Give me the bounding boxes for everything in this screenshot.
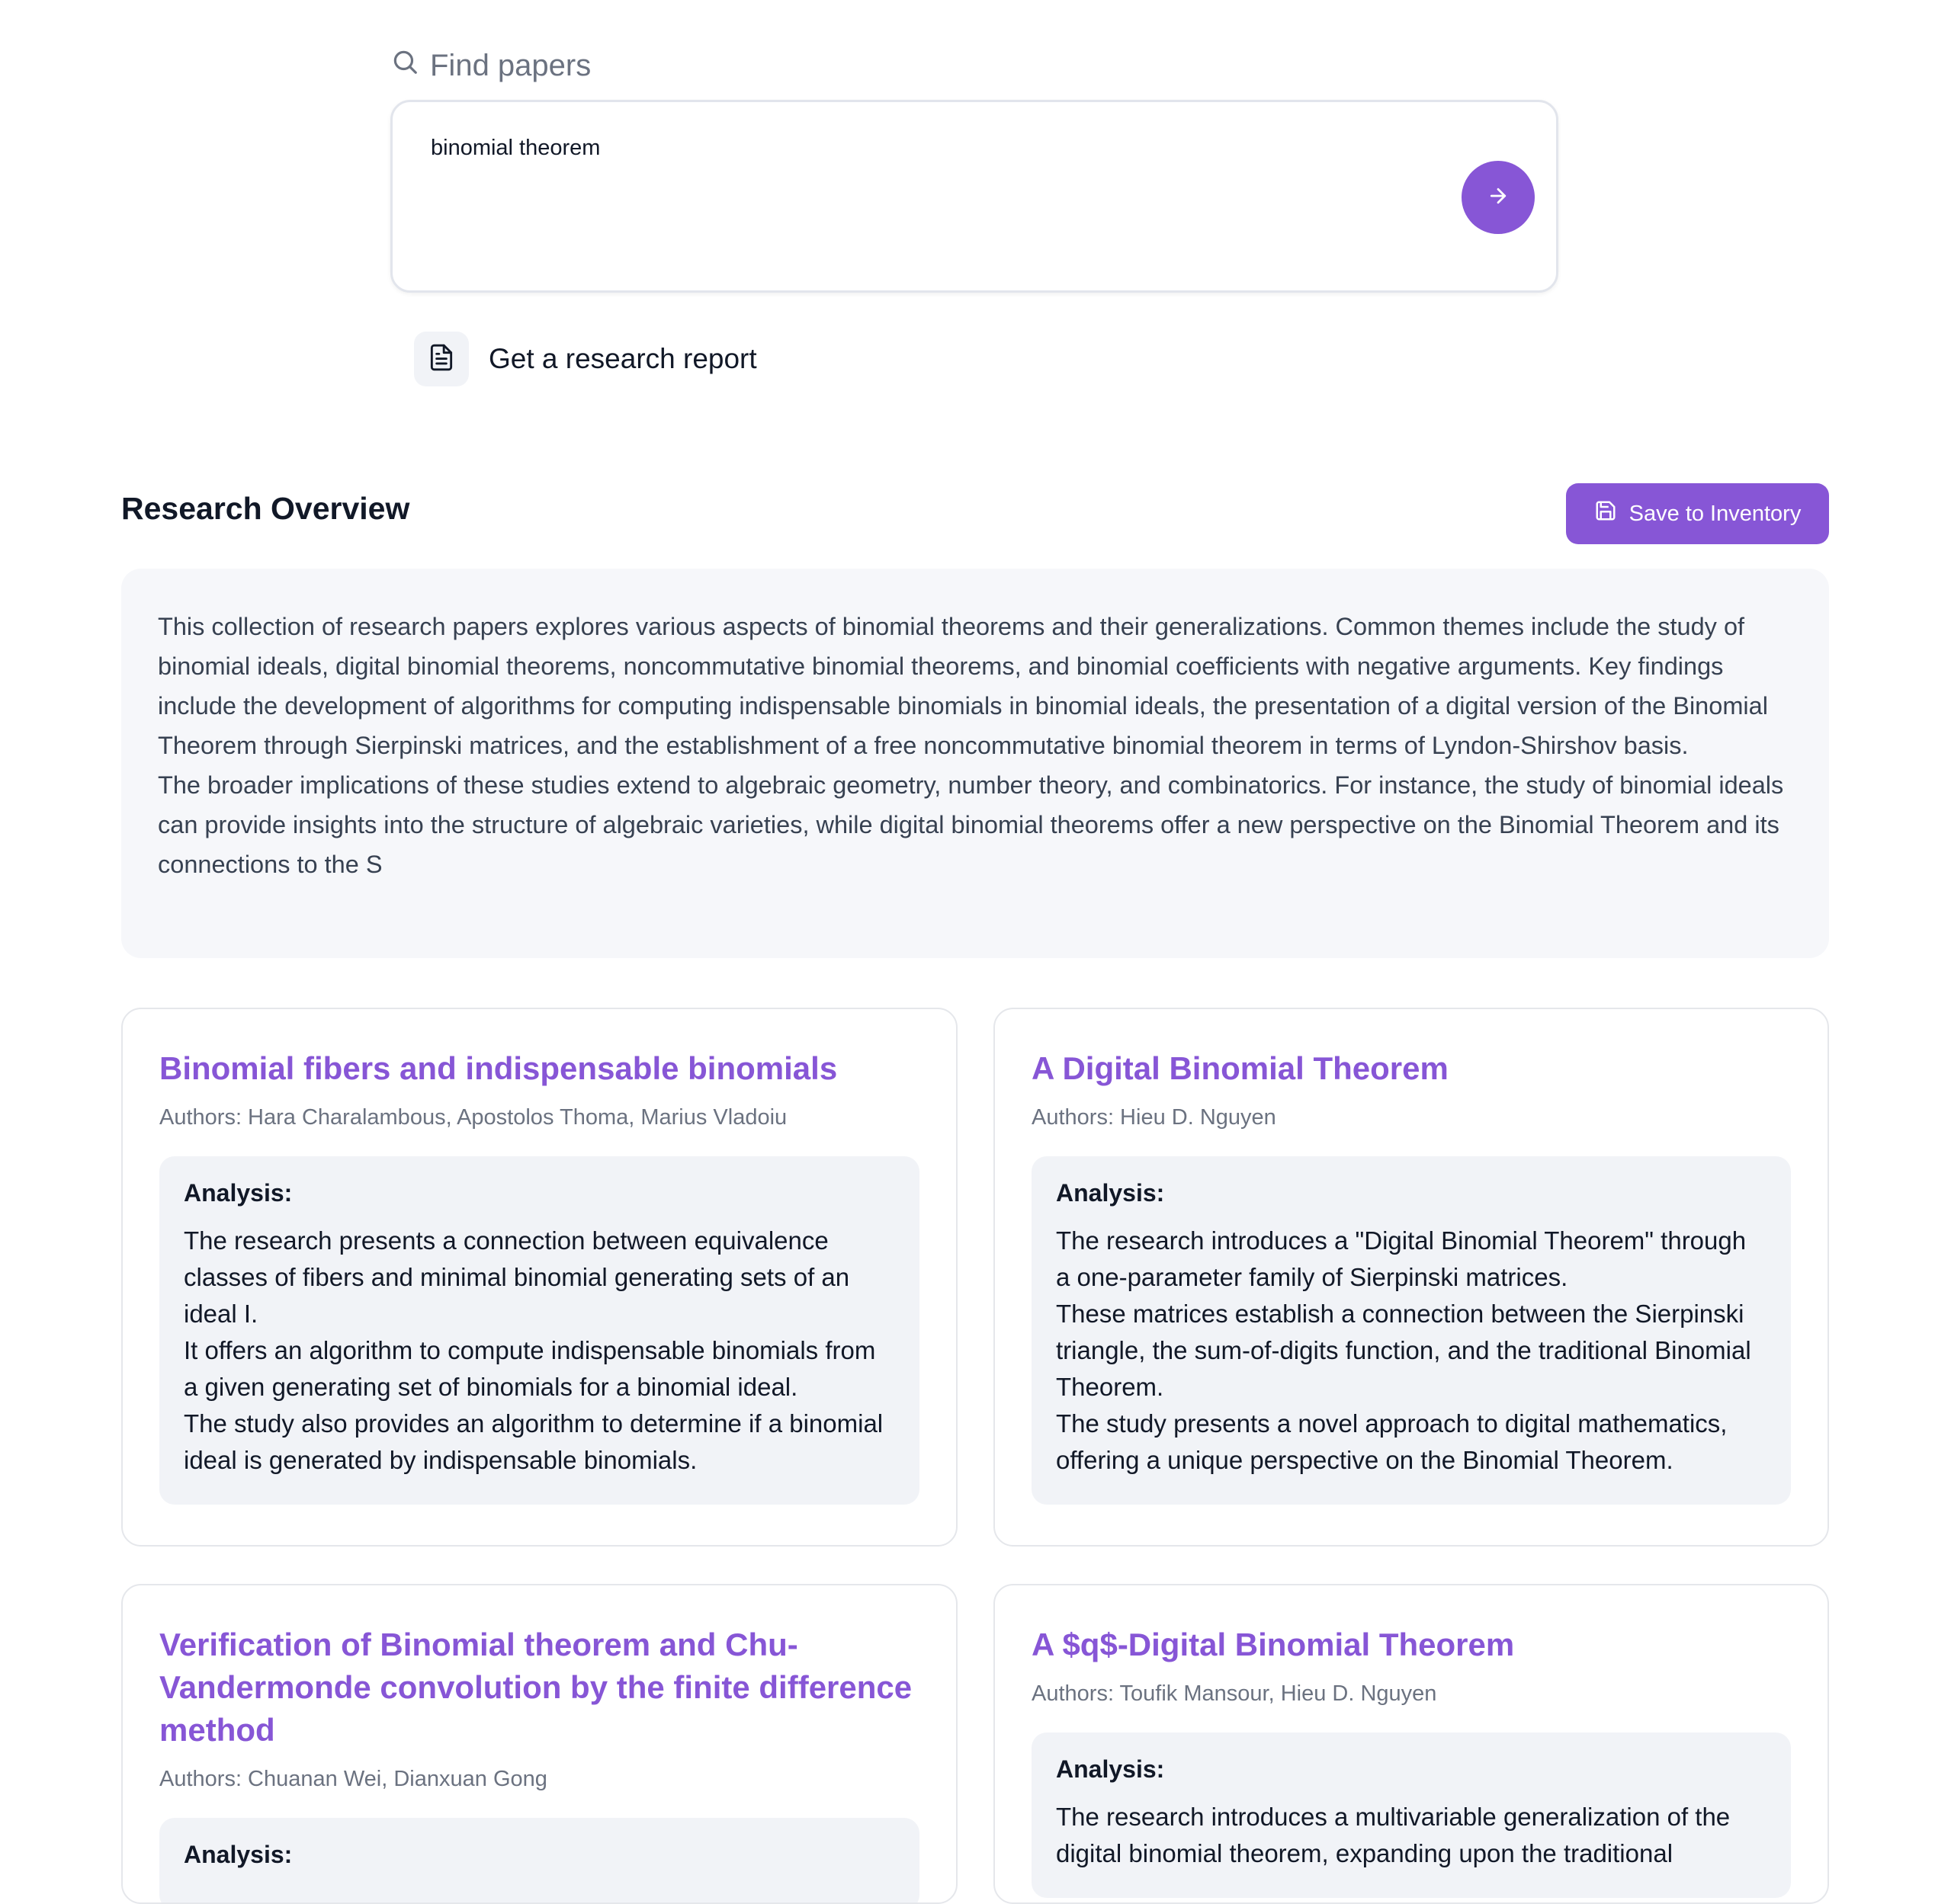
paper-analysis: Analysis: The research introduces a "Dig… xyxy=(1032,1156,1791,1505)
paper-analysis: Analysis: The research introduces a mult… xyxy=(1032,1733,1791,1898)
search-submit-button[interactable] xyxy=(1462,161,1535,234)
research-overview-summary: This collection of research papers explo… xyxy=(121,569,1829,958)
paper-authors: Authors: Hara Charalambous, Apostolos Th… xyxy=(159,1105,788,1130)
paper-analysis: Analysis: The research presents a connec… xyxy=(159,1156,919,1505)
analysis-label: Analysis: xyxy=(184,1841,293,1868)
save-to-inventory-button[interactable]: Save to Inventory xyxy=(1566,483,1829,544)
paper-authors: Authors: Toufik Mansour, Hieu D. Nguyen xyxy=(1032,1681,1437,1706)
analysis-line: The study also provides an algorithm to … xyxy=(184,1409,884,1474)
save-icon xyxy=(1594,499,1617,528)
paper-card: Binomial fibers and indispensable binomi… xyxy=(121,1008,958,1547)
paper-card: A $q$-Digital Binomial Theorem Authors: … xyxy=(993,1584,1829,1904)
paper-title-link[interactable]: A $q$-Digital Binomial Theorem xyxy=(1032,1624,1791,1666)
arrow-right-icon xyxy=(1487,184,1510,211)
analysis-line: The research introduces a multivariable … xyxy=(1056,1803,1731,1867)
analysis-label: Analysis: xyxy=(184,1179,293,1207)
save-to-inventory-label: Save to Inventory xyxy=(1629,501,1802,526)
research-report-label: Get a research report xyxy=(489,343,757,374)
search-icon xyxy=(390,47,419,84)
search-query-text[interactable]: binomial theorem xyxy=(431,136,600,161)
analysis-line: The research introduces a "Digital Binom… xyxy=(1056,1226,1747,1291)
overview-paragraph: This collection of research papers explo… xyxy=(158,613,1768,759)
find-papers-label: Find papers xyxy=(430,48,592,82)
analysis-line: The research presents a connection betwe… xyxy=(184,1226,850,1328)
paper-card: Verification of Binomial theorem and Chu… xyxy=(121,1584,958,1904)
analysis-line: The study presents a novel approach to d… xyxy=(1056,1409,1728,1474)
paper-authors: Authors: Chuanan Wei, Dianxuan Gong xyxy=(159,1767,547,1791)
analysis-label: Analysis: xyxy=(1056,1755,1165,1783)
paper-card: A Digital Binomial Theorem Authors: Hieu… xyxy=(993,1008,1829,1547)
paper-title-link[interactable]: A Digital Binomial Theorem xyxy=(1032,1047,1791,1090)
paper-title-link[interactable]: Verification of Binomial theorem and Chu… xyxy=(159,1624,919,1752)
report-icon-container xyxy=(414,332,469,386)
find-papers-heading: Find papers xyxy=(390,44,591,87)
paper-authors: Authors: Hieu D. Nguyen xyxy=(1032,1105,1276,1130)
overview-paragraph: The broader implications of these studie… xyxy=(158,771,1784,878)
analysis-label: Analysis: xyxy=(1056,1179,1165,1207)
analysis-line: It offers an algorithm to compute indisp… xyxy=(184,1336,876,1401)
search-input[interactable]: binomial theorem xyxy=(390,100,1558,293)
document-icon xyxy=(427,343,456,376)
paper-title-link[interactable]: Binomial fibers and indispensable binomi… xyxy=(159,1047,919,1090)
research-overview-title: Research Overview xyxy=(121,491,410,526)
research-report-button[interactable]: Get a research report xyxy=(414,332,757,386)
paper-analysis: Analysis: xyxy=(159,1818,919,1902)
analysis-line: These matrices establish a connection be… xyxy=(1056,1300,1751,1401)
